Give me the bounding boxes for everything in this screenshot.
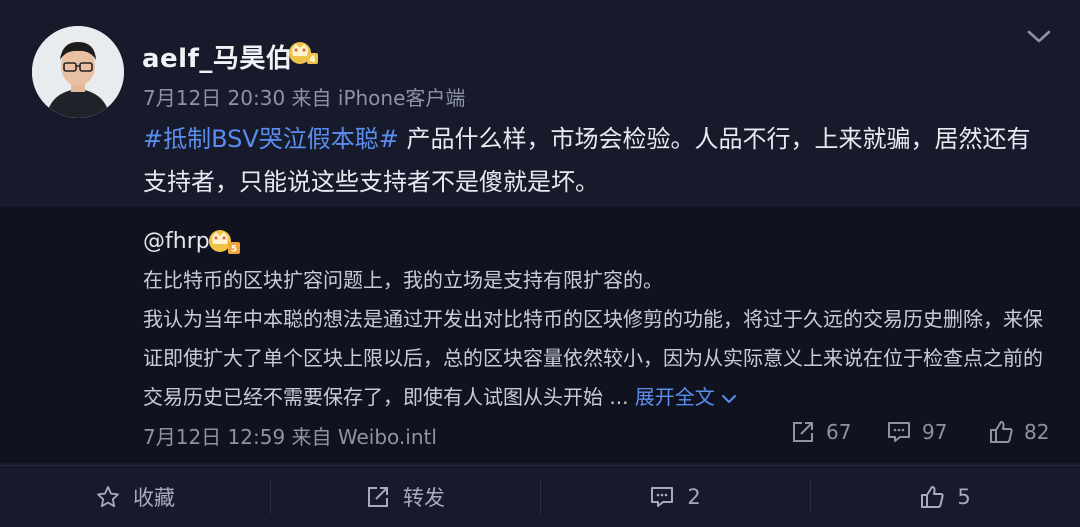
comment-count: 97 <box>922 420 948 444</box>
forward-icon <box>368 486 388 507</box>
like-icon <box>921 485 944 508</box>
comment-icon <box>651 486 674 507</box>
chevron-down-icon <box>721 394 736 403</box>
svg-text:4: 4 <box>309 55 315 65</box>
post-meta: 7月12日 20:30 来自 iPhone客户端 <box>143 86 466 110</box>
forward-icon <box>793 422 813 442</box>
repost-paragraph-2-text: 我认为当年中本聪的想法是通过开发出对比特币的区块修剪的功能，将过于久远的交易历史… <box>143 307 1043 409</box>
like-icon <box>990 421 1013 443</box>
expand-label: 展开全文 <box>634 385 715 409</box>
crown-badge-icon[interactable]: 5 <box>207 227 241 255</box>
repost-comment-count[interactable]: 97 <box>886 419 947 445</box>
repost-like-count[interactable]: 82 <box>988 419 1049 445</box>
forward-button[interactable]: 转发 <box>270 466 540 527</box>
like-button[interactable]: 5 <box>810 466 1080 527</box>
expand-full-text-link[interactable]: 展开全文 <box>635 385 737 409</box>
comment-button[interactable]: 2 <box>540 466 810 527</box>
favorite-button[interactable]: 收藏 <box>0 466 270 527</box>
repost-username[interactable]: @fhrp <box>143 229 210 254</box>
star-icon <box>97 485 119 507</box>
repost-card[interactable]: @fhrp 5 在比特币的区块扩容问题上，我的立场是支持有限扩容的。 我认为当年… <box>0 207 1080 463</box>
comment-label: 2 <box>687 484 701 509</box>
post-username[interactable]: aelf_马昊伯 <box>142 38 292 75</box>
svg-text:5: 5 <box>231 245 237 255</box>
like-count: 82 <box>1024 420 1050 444</box>
repost-paragraph-1: 在比特币的区块扩容问题上，我的立场是支持有限扩容的。 <box>143 268 663 292</box>
action-bar: 收藏 转发 2 5 <box>0 465 1080 527</box>
comment-icon <box>888 422 910 442</box>
repost-paragraph-2: 我认为当年中本聪的想法是通过开发出对比特币的区块修剪的功能，将过于久远的交易历史… <box>143 300 1043 417</box>
post-content: #抵制BSV哭泣假本聪# 产品什么样，市场会检验。人品不行，上来就骗，居然还有支… <box>143 118 1053 204</box>
favorite-label: 收藏 <box>133 485 175 510</box>
topic-link[interactable]: #抵制BSV哭泣假本聪# <box>143 125 399 153</box>
crown-badge-icon[interactable]: 4 <box>287 38 319 66</box>
repost-text: 在比特币的区块扩容问题上，我的立场是支持有限扩容的。 我认为当年中本聪的想法是通… <box>143 261 1043 417</box>
chevron-down-icon[interactable] <box>1022 24 1056 48</box>
like-label: 5 <box>957 484 971 509</box>
weibo-post: aelf_马昊伯 4 7月12日 20:30 来自 iPhone客户端 #抵制B… <box>0 0 1080 207</box>
repost-meta: 7月12日 12:59 来自 Weibo.intl <box>143 425 437 449</box>
repost-forward-count[interactable]: 67 <box>790 419 851 445</box>
forward-label: 转发 <box>403 485 445 510</box>
forward-count: 67 <box>826 420 852 444</box>
avatar[interactable] <box>32 26 124 118</box>
